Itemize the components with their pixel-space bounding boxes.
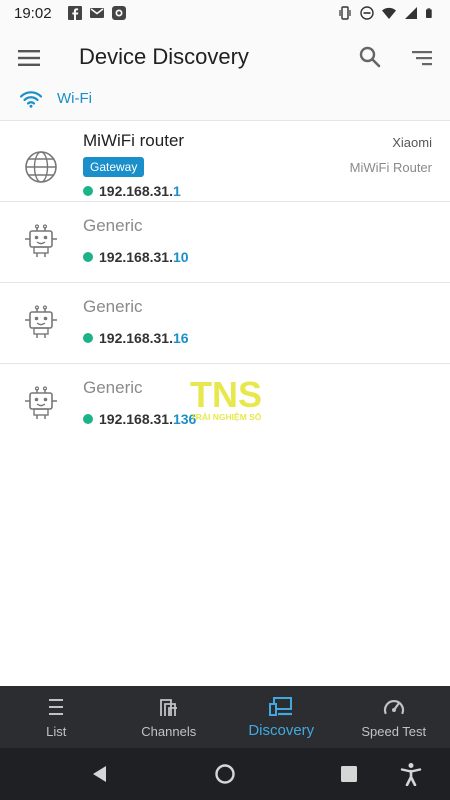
device-name: Generic (83, 216, 143, 235)
device-name: Generic (83, 297, 143, 316)
ip-host: 10 (172, 249, 189, 265)
ip-prefix: 192.168.31. (99, 330, 173, 346)
network-label: Wi-Fi (57, 90, 92, 107)
list-item[interactable]: MiWiFi router Gateway 192.168.31. 1 Xiaom… (0, 121, 450, 201)
system-status-icons (338, 6, 436, 20)
device-model: MiWiFi Router (349, 160, 432, 175)
recents-icon[interactable] (340, 765, 358, 783)
device-name: MiWiFi router (83, 131, 185, 150)
system-navigation-bar (0, 748, 450, 800)
tab-channels[interactable]: Channels (113, 686, 226, 748)
tab-list[interactable]: List (0, 686, 113, 748)
ip-prefix: 192.168.31. (99, 249, 173, 265)
ip-host: 16 (172, 330, 189, 346)
facebook-icon (68, 6, 82, 20)
wifi-icon (20, 91, 42, 108)
ip-prefix: 192.168.31. (99, 411, 173, 427)
online-status-dot (83, 414, 93, 424)
status-time: 19:02 (14, 5, 52, 22)
gateway-badge: Gateway (83, 157, 145, 177)
list-item[interactable]: Generic 192.168.31. 10 (0, 201, 450, 282)
watermark-tagline: TRẢI NGHIỆM SỐ (191, 411, 262, 422)
device-name: Generic (83, 378, 143, 397)
page-title: Device Discovery (79, 44, 249, 69)
ip-address: 192.168.31. 16 (83, 330, 189, 346)
notification-icons (68, 6, 126, 20)
search-icon[interactable] (358, 45, 382, 69)
list-item[interactable]: Generic 192.168.31. 16 (0, 282, 450, 363)
cell-signal-icon (405, 7, 417, 19)
ip-address: 192.168.31. 10 (83, 249, 189, 265)
robot-device-icon (25, 305, 57, 338)
ip-host: 1 (172, 183, 181, 199)
online-status-dot (83, 252, 93, 262)
discovery-icon (269, 697, 293, 716)
watermark-logo-text: TNS (190, 375, 262, 415)
ip-address: 192.168.31. 1 (83, 183, 181, 199)
back-icon[interactable] (90, 764, 110, 784)
robot-device-icon (25, 224, 57, 257)
battery-icon (426, 8, 432, 18)
online-status-dot (83, 186, 93, 196)
gmail-icon (90, 8, 104, 18)
accessibility-icon[interactable] (400, 762, 422, 786)
sort-icon[interactable] (410, 46, 434, 70)
tab-label: List (46, 724, 67, 739)
speedometer-icon (383, 699, 404, 715)
network-header: Wi-Fi (0, 88, 450, 121)
ip-prefix: 192.168.31. (99, 183, 173, 199)
list-icon (49, 699, 64, 715)
watermark-logo: TNS TRẢI NGHIỆM SỐ (190, 375, 262, 422)
device-vendor: Xiaomi (392, 135, 432, 150)
status-bar: 19:02 (0, 0, 450, 28)
tab-discovery[interactable]: Discovery (225, 686, 338, 748)
online-status-dot (83, 333, 93, 343)
do-not-disturb-icon (360, 6, 374, 20)
wifi-signal-icon (382, 7, 396, 19)
channels-icon (159, 699, 177, 716)
robot-device-icon (25, 386, 57, 419)
tab-label: Speed Test (361, 724, 427, 739)
app-icon (112, 6, 126, 20)
menu-icon[interactable] (18, 46, 42, 70)
vibrate-icon (339, 6, 351, 20)
globe-icon (25, 151, 57, 183)
tab-label: Discovery (248, 722, 315, 739)
app-toolbar: Device Discovery (0, 28, 450, 88)
tab-speed-test[interactable]: Speed Test (338, 686, 450, 748)
home-icon[interactable] (214, 763, 236, 785)
tab-label: Channels (141, 724, 197, 739)
bottom-navigation: List Channels Discovery Speed Test (0, 686, 450, 748)
